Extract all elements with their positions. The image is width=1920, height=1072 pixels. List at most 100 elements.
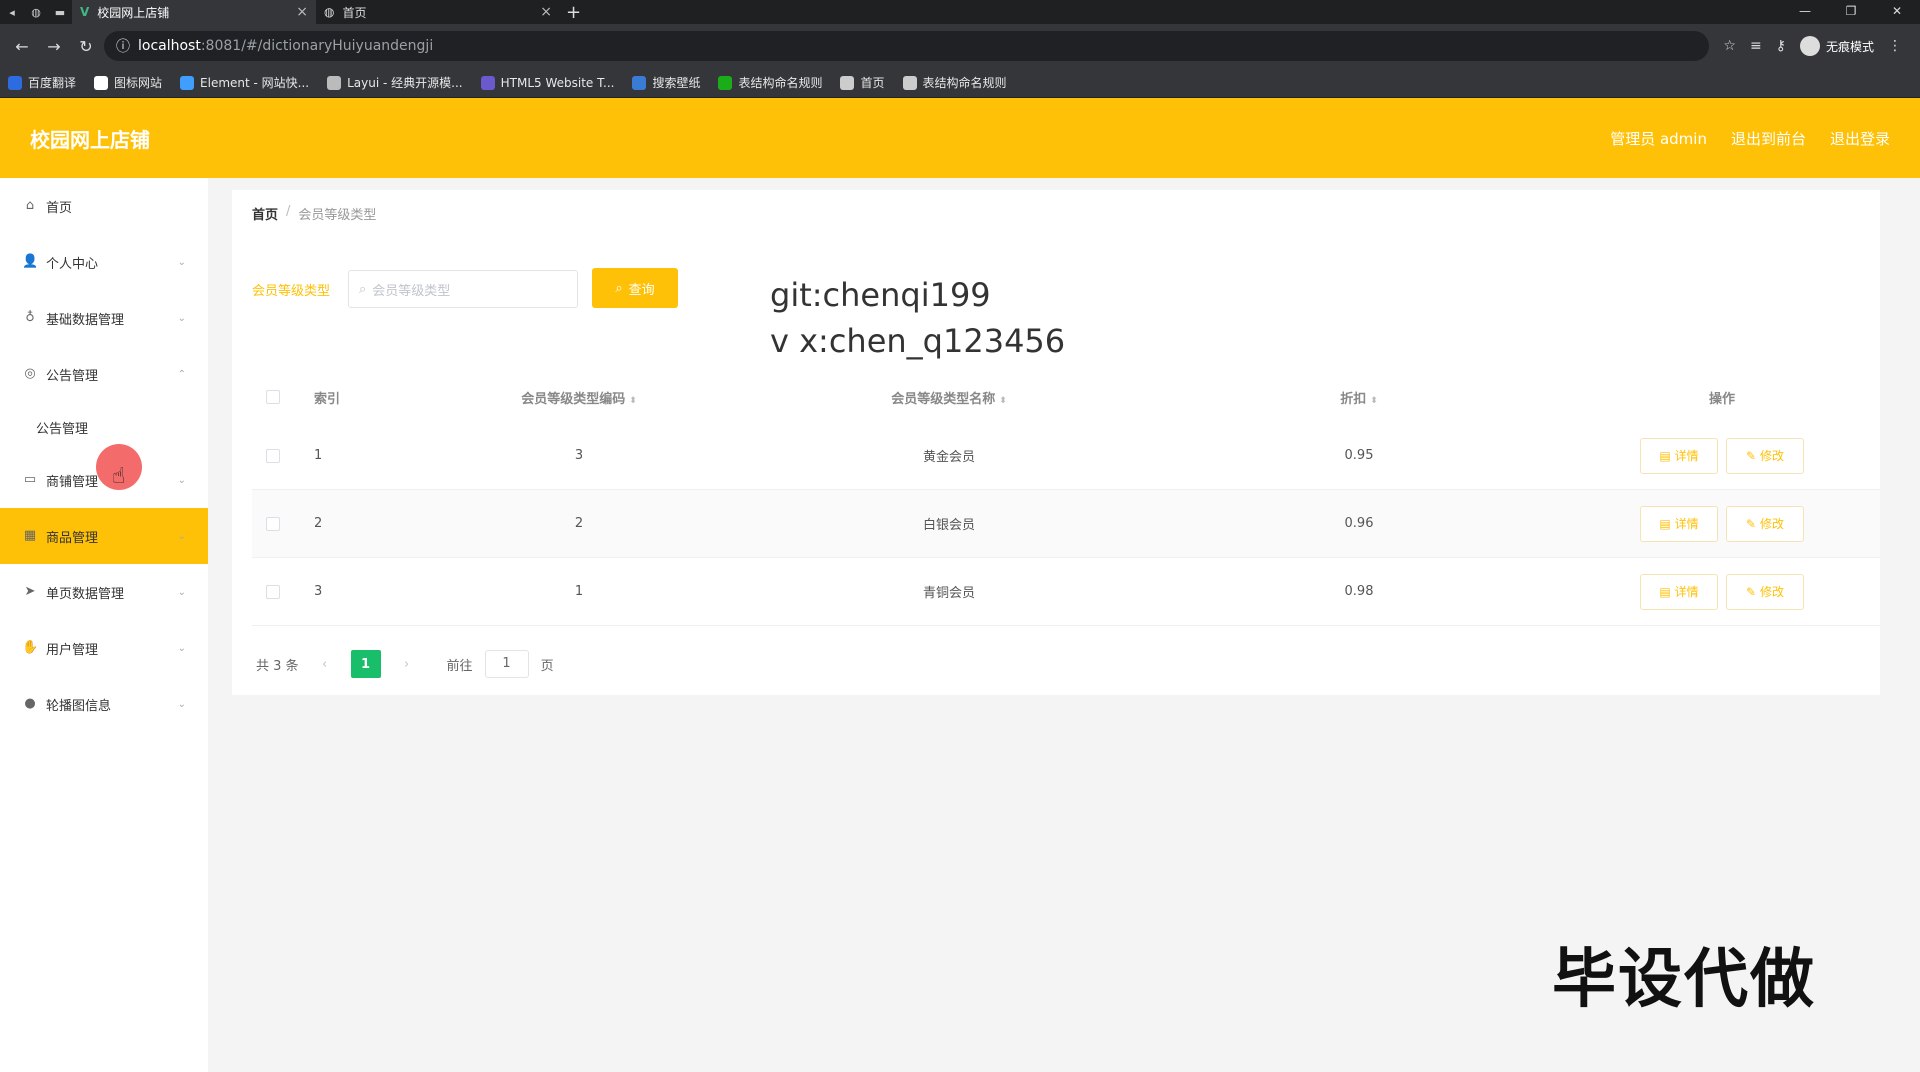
chevron-icon: ⌄ [177,698,186,710]
exit-to-front-link[interactable]: 退出到前台 [1731,128,1806,149]
home-icon: ⌂ [25,198,35,213]
sidebar-item[interactable]: ✋ 用户管理 ⌄ [0,620,208,676]
breadcrumb: 首页 / 会员等级类型 [252,204,376,223]
tab-globe-icon[interactable]: ◍ [24,0,48,24]
sidebar-item[interactable]: ⌂ 首页 [0,178,208,234]
menu-kebab-icon[interactable]: ⋮ [1888,38,1902,54]
header-discount[interactable]: 折扣 ⬍ [1154,388,1564,407]
sidebar-item[interactable]: 👤 个人中心 ⌄ [0,234,208,290]
new-tab-icon[interactable]: + [566,2,581,23]
tab-audio-icon[interactable]: ◂ [0,0,24,24]
bookmark-label: 表结构命名规则 [922,76,1007,90]
cell-discount: 0.98 [1344,584,1374,599]
row-checkbox[interactable] [266,448,280,463]
pager-current-page[interactable]: 1 [350,650,381,678]
reading-list-icon[interactable]: ≡ [1750,38,1762,54]
tab-close-icon[interactable]: × [540,4,552,20]
edit-button-label: 修改 [1760,517,1785,531]
sidebar-item[interactable]: ● 轮播图信息 ⌄ [0,676,208,732]
breadcrumb-separator: / [286,204,291,219]
pager-prev-icon[interactable]: ‹ [311,657,339,672]
edit-button[interactable]: ✎ 修改 [1726,437,1804,474]
tab-window-icon[interactable]: ▬ [48,0,72,24]
incognito-indicator[interactable]: 无痕模式 [1799,36,1874,56]
pagination: 共 3 条 ‹ 1 › 前往 1 页 [256,650,554,678]
mic-icon: ♁ [25,310,35,325]
row-checkbox[interactable] [266,516,280,531]
bookmark-item[interactable]: Layui - 经典开源模... [327,74,463,91]
bookmark-favicon-icon [180,75,195,90]
edit-button[interactable]: ✎ 修改 [1726,505,1804,542]
search-icon: ⌕ [359,281,367,297]
sort-icon[interactable]: ⬍ [629,396,637,406]
tab-close-icon[interactable]: × [296,4,308,20]
cell-code: 2 [574,516,584,531]
incognito-label: 无痕模式 [1825,39,1874,54]
sidebar-item-label: 首页 [46,200,73,216]
chevron-icon: ⌄ [177,642,186,654]
bookmark-label: HTML5 Website T... [500,75,615,90]
cell-name: 黄金会员 [922,450,975,465]
browser-tab-active[interactable]: V 校园网上店铺 × [72,0,316,24]
search-placeholder: 会员等级类型 [372,283,451,299]
forward-icon[interactable]: → [40,37,68,56]
bookmark-item[interactable]: HTML5 Website T... [480,75,615,90]
edit-button[interactable]: ✎ 修改 [1726,573,1804,610]
minimize-icon[interactable]: — [1782,0,1828,24]
sidebar-item-label: 用户管理 [46,642,99,658]
document-icon: ▤ [1659,448,1671,463]
bookmark-item[interactable]: 表结构命名规则 [718,74,822,91]
bookmark-label: 图标网站 [114,76,163,90]
search-input[interactable]: ⌕ 会员等级类型 [348,270,578,308]
bookmark-item[interactable]: 搜索壁纸 [632,74,700,91]
address-bar[interactable]: ⓘ localhost:8081/#/dictionaryHuiyuandeng… [104,31,1710,61]
pager-goto-input[interactable]: 1 [484,650,529,678]
sort-icon[interactable]: ⬍ [999,396,1007,406]
breadcrumb-home[interactable]: 首页 [252,204,278,223]
logout-link[interactable]: 退出登录 [1830,128,1890,149]
vue-logo-icon: V [80,5,90,19]
bookmark-item[interactable]: 表结构命名规则 [902,74,1007,91]
cell-name: 白银会员 [922,518,975,533]
sort-icon[interactable]: ⬍ [1370,396,1378,406]
bookmark-item[interactable]: Element - 网站快... [180,74,309,91]
select-all-checkbox[interactable] [266,390,280,404]
search-icon: ⌕ [615,280,623,296]
header-code[interactable]: 会员等级类型编码 ⬍ [414,388,744,407]
info-icon[interactable]: ⓘ [116,36,130,56]
window-controls: — ❐ ✕ [1782,0,1920,24]
sidebar-item[interactable]: ▦ 商品管理 ⌄ [0,508,208,564]
sidebar-item[interactable]: ◎ 公告管理 ⌃ [0,346,208,402]
globe-icon: ◍ [324,5,335,19]
cell-name: 青铜会员 [922,586,975,601]
key-icon[interactable]: ⚷ [1776,38,1786,54]
data-table: 索引 会员等级类型编码 ⬍ 会员等级类型名称 ⬍ 折扣 ⬍ 操作 1 3 黄金会员 0.95… [252,372,1880,626]
header-name[interactable]: 会员等级类型名称 ⬍ [744,388,1154,407]
sidebar-item[interactable]: ♁ 基础数据管理 ⌄ [0,290,208,346]
cell-index: 3 [314,584,323,599]
browser-tab[interactable]: ◍ 首页 × [316,0,560,24]
search-button[interactable]: ⌕ 查询 [592,268,678,308]
pager-total: 共 3 条 [256,658,299,674]
sidebar-item[interactable]: ➤ 单页数据管理 ⌄ [0,564,208,620]
detail-button[interactable]: ▤ 详情 [1640,573,1718,610]
bookmark-favicon-icon [632,75,647,90]
close-window-icon[interactable]: ✕ [1874,0,1920,24]
reload-icon[interactable]: ↻ [72,37,100,56]
chevron-icon: ⌄ [177,256,186,268]
restore-icon[interactable]: ❐ [1828,0,1874,24]
sidebar-item[interactable]: 公告管理 [0,402,208,452]
pager-next-icon[interactable]: › [393,657,421,672]
bookmark-item[interactable]: 百度翻译 [8,74,76,91]
row-checkbox[interactable] [266,584,280,599]
detail-button[interactable]: ▤ 详情 [1640,505,1718,542]
header-discount-label: 折扣 [1340,391,1367,407]
shop-icon: ▭ [23,472,37,487]
header-index: 索引 [314,391,341,407]
header-code-label: 会员等级类型编码 [521,391,626,407]
bookmark-star-icon[interactable]: ☆ [1723,38,1736,54]
bookmark-item[interactable]: 首页 [840,74,885,91]
back-icon[interactable]: ← [8,37,36,56]
bookmark-item[interactable]: 图标网站 [94,74,162,91]
detail-button[interactable]: ▤ 详情 [1640,437,1718,474]
